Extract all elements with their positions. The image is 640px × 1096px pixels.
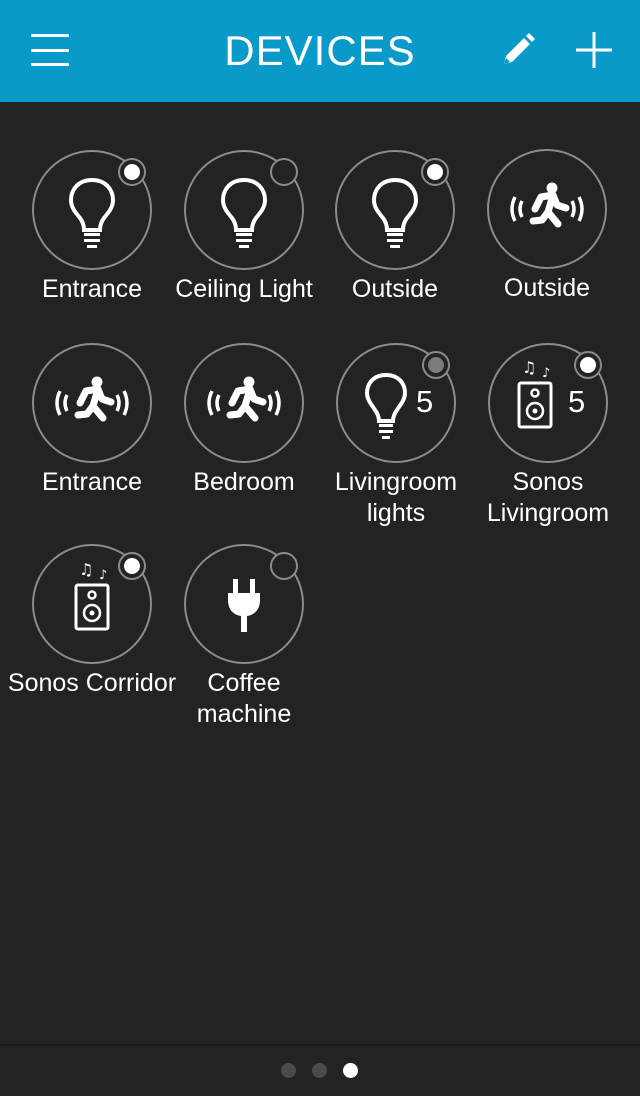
device-label: Entrance [41, 275, 143, 303]
device-ring [184, 343, 304, 463]
device-label: Coffee machine [196, 669, 292, 728]
device-label: Sonos Livingroom [486, 468, 610, 527]
status-indicator-partial[interactable] [422, 351, 450, 379]
page-indicator [0, 1063, 640, 1079]
status-indicator-on[interactable] [421, 158, 449, 186]
page-dot-1[interactable] [281, 1063, 296, 1078]
motion-sensor-icon [510, 182, 584, 228]
status-indicator-off[interactable] [270, 552, 298, 580]
status-indicator-on[interactable] [574, 351, 602, 379]
page-title: DEVICES [224, 27, 416, 74]
device-label: Ceiling Light [175, 275, 313, 303]
group-count: 5 [416, 384, 434, 419]
page-dot-2[interactable] [312, 1063, 327, 1078]
device-label: Sonos Corridor [7, 669, 177, 697]
device-label: Bedroom [193, 468, 295, 496]
svg-text:♫: ♫ [522, 358, 536, 377]
device-label: Outside [351, 275, 439, 303]
group-count: 5 [568, 384, 586, 419]
motion-sensor-icon [55, 376, 129, 422]
status-indicator-off[interactable] [270, 158, 298, 186]
svg-text:♪: ♪ [542, 366, 550, 381]
device-ring [487, 149, 607, 269]
device-label: Outside [503, 274, 591, 302]
app-header: DEVICES [0, 0, 640, 102]
device-ring [32, 343, 152, 463]
svg-text:♪: ♪ [99, 568, 107, 583]
page-dot-3-active[interactable] [343, 1063, 358, 1078]
footer-divider [0, 1044, 640, 1046]
status-indicator-on[interactable] [118, 158, 146, 186]
status-indicator-on[interactable] [118, 552, 146, 580]
svg-text:♫: ♫ [79, 560, 93, 579]
motion-sensor-icon [207, 376, 281, 422]
device-label: Entrance [41, 468, 143, 496]
plus-icon[interactable] [575, 31, 613, 69]
device-label: Livingroom lights [334, 468, 458, 527]
pencil-icon[interactable] [500, 32, 536, 68]
